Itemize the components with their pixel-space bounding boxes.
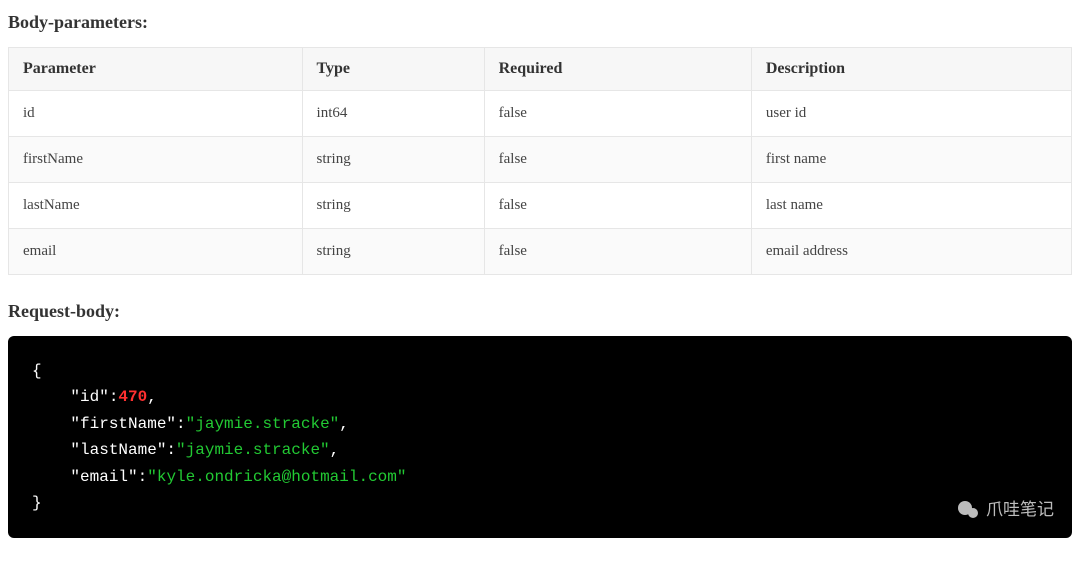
body-parameters-table: Parameter Type Required Description id i… [8,47,1072,275]
watermark: 爪哇笔记 [958,496,1054,524]
cell-req: false [484,229,751,275]
request-body-heading: Request-body: [8,301,1072,322]
col-type: Type [302,48,484,91]
request-body-codeblock: { "id":470, "firstName":"jaymie.stracke"… [8,336,1072,538]
cell-req: false [484,91,751,137]
wechat-icon [958,501,980,519]
body-parameters-heading: Body-parameters: [8,12,1072,33]
cell-type: string [302,137,484,183]
cell-req: false [484,137,751,183]
cell-param: lastName [9,183,303,229]
table-row: email string false email address [9,229,1072,275]
col-parameter: Parameter [9,48,303,91]
cell-desc: email address [751,229,1071,275]
cell-desc: last name [751,183,1071,229]
cell-param: firstName [9,137,303,183]
cell-type: string [302,183,484,229]
cell-param: id [9,91,303,137]
cell-type: int64 [302,91,484,137]
cell-desc: first name [751,137,1071,183]
table-row: firstName string false first name [9,137,1072,183]
table-row: lastName string false last name [9,183,1072,229]
table-row: id int64 false user id [9,91,1072,137]
cell-desc: user id [751,91,1071,137]
cell-param: email [9,229,303,275]
col-description: Description [751,48,1071,91]
watermark-text: 爪哇笔记 [986,496,1054,524]
cell-type: string [302,229,484,275]
cell-req: false [484,183,751,229]
col-required: Required [484,48,751,91]
